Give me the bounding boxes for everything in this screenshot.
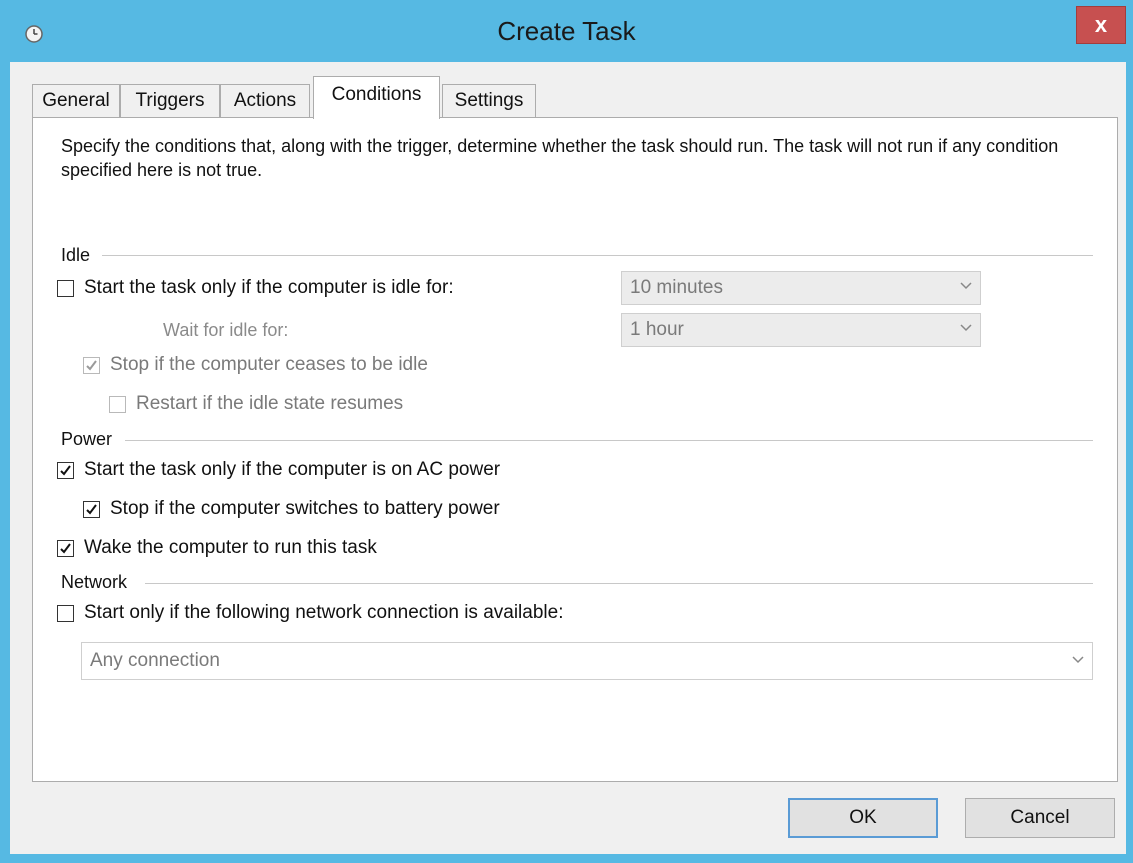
ac-power-checkbox[interactable] xyxy=(57,461,74,479)
tab-general[interactable]: General xyxy=(32,84,120,118)
stop-if-ceases-label: Stop if the computer ceases to be idle xyxy=(110,354,428,375)
power-group-divider xyxy=(125,440,1093,441)
restart-if-resumes-checkbox[interactable] xyxy=(109,395,126,413)
create-task-window: Create Task x General Triggers Actions C… xyxy=(0,0,1133,863)
network-group-divider xyxy=(145,583,1093,584)
close-icon: x xyxy=(1094,12,1108,37)
start-if-idle-label: Start the task only if the computer is i… xyxy=(84,277,454,298)
restart-if-resumes-label: Restart if the idle state resumes xyxy=(136,393,404,414)
dialog-client-area: General Triggers Actions Conditions Sett… xyxy=(10,62,1126,854)
idle-group-divider xyxy=(93,255,1093,256)
network-label: Start only if the following network conn… xyxy=(84,602,564,623)
restart-if-resumes-option[interactable]: Restart if the idle state resumes xyxy=(109,392,403,416)
wake-checkbox[interactable] xyxy=(57,539,74,557)
tab-actions[interactable]: Actions xyxy=(220,84,310,118)
wait-duration-dropdown[interactable]: 1 hour xyxy=(621,313,981,347)
tab-triggers[interactable]: Triggers xyxy=(120,84,220,118)
start-if-idle-checkbox[interactable] xyxy=(57,279,74,297)
tab-conditions[interactable]: Conditions xyxy=(313,76,440,119)
tab-settings[interactable]: Settings xyxy=(442,84,536,118)
close-button[interactable]: x xyxy=(1076,6,1126,44)
wake-option[interactable]: Wake the computer to run this task xyxy=(57,536,377,560)
network-option[interactable]: Start only if the following network conn… xyxy=(57,601,563,625)
idle-duration-value: 10 minutes xyxy=(630,277,723,298)
wait-for-idle-label: Wait for idle for: xyxy=(163,320,289,340)
checkmark-icon xyxy=(60,542,71,554)
battery-stop-option[interactable]: Stop if the computer switches to battery… xyxy=(83,497,500,521)
start-if-idle-option[interactable]: Start the task only if the computer is i… xyxy=(57,276,454,300)
power-group-label: Power xyxy=(61,429,125,450)
network-checkbox[interactable] xyxy=(57,604,74,622)
conditions-panel: Specify the conditions that, along with … xyxy=(32,117,1118,782)
cancel-button[interactable]: Cancel xyxy=(965,798,1115,838)
conditions-description: Specify the conditions that, along with … xyxy=(61,136,1059,180)
checkmark-icon xyxy=(86,359,97,371)
network-group-label: Network xyxy=(61,572,140,593)
ac-power-option[interactable]: Start the task only if the computer is o… xyxy=(57,458,500,482)
ac-power-label: Start the task only if the computer is o… xyxy=(84,459,501,480)
window-title: Create Task xyxy=(497,16,636,46)
battery-stop-checkbox[interactable] xyxy=(83,500,100,518)
ok-button[interactable]: OK xyxy=(788,798,938,838)
stop-if-ceases-option[interactable]: Stop if the computer ceases to be idle xyxy=(83,353,428,377)
network-connection-dropdown[interactable]: Any connection xyxy=(81,642,1093,680)
chevron-down-icon xyxy=(1072,656,1084,664)
chevron-down-icon xyxy=(960,324,972,332)
battery-stop-label: Stop if the computer switches to battery… xyxy=(110,498,500,519)
idle-duration-dropdown[interactable]: 10 minutes xyxy=(621,271,981,305)
stop-if-ceases-checkbox[interactable] xyxy=(83,356,100,374)
checkmark-icon xyxy=(86,503,97,515)
chevron-down-icon xyxy=(960,282,972,290)
wake-label: Wake the computer to run this task xyxy=(84,537,377,558)
wait-duration-value: 1 hour xyxy=(630,319,684,340)
idle-group-label: Idle xyxy=(61,245,103,266)
title-bar[interactable]: Create Task x xyxy=(0,0,1133,62)
checkmark-icon xyxy=(60,464,71,476)
network-connection-value: Any connection xyxy=(90,650,220,671)
